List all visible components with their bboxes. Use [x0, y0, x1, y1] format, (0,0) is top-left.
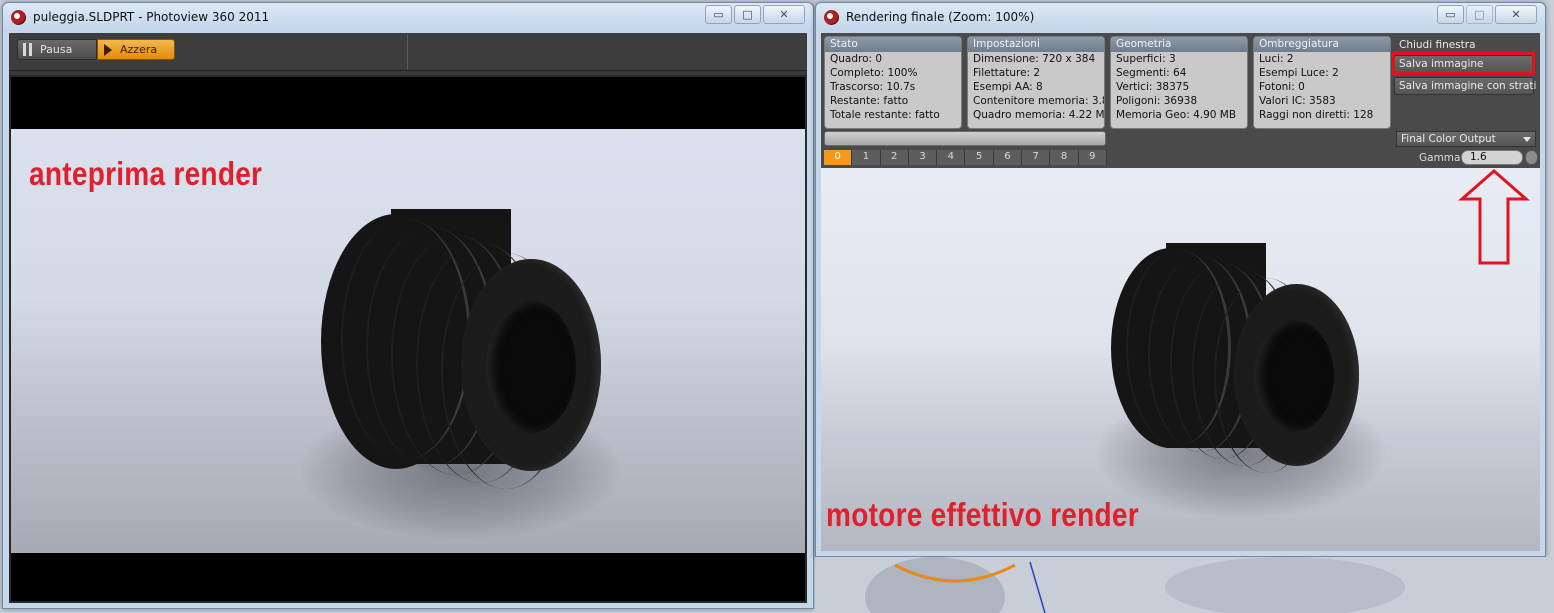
panel-header: Ombreggiatura — [1254, 37, 1390, 52]
window-title: puleggia.SLDPRT - Photoview 360 2011 — [33, 10, 270, 24]
settings-panel: Impostazioni Dimensione: 720 x 384 Filet… — [967, 36, 1105, 129]
panel-line: Trascorso: 10.7s — [830, 81, 916, 93]
close-button[interactable]: ✕ — [763, 5, 805, 24]
panel-line: Vertici: 38375 — [1116, 81, 1190, 93]
maximize-button[interactable]: □ — [734, 5, 761, 24]
panel-line: Esempi Luce: 2 — [1259, 67, 1339, 79]
arrow-up-icon — [1458, 169, 1530, 265]
render-titlebar[interactable]: Rendering finale (Zoom: 100%) ▭ □ ✕ — [816, 3, 1545, 31]
panel-line: Totale restante: fatto — [830, 109, 940, 121]
panel-line: Raggi non diretti: 128 — [1259, 109, 1374, 121]
maximize-icon: □ — [742, 8, 753, 21]
channel-tab[interactable]: 5 — [965, 150, 994, 165]
channel-tab[interactable]: 7 — [1022, 150, 1051, 165]
reset-label: Azzera — [120, 43, 158, 56]
channel-tab[interactable]: 0 — [824, 150, 853, 165]
save-image-layers-button[interactable]: Salva immagine con strati — [1394, 77, 1536, 95]
preview-annotation: anteprima render — [29, 155, 263, 192]
panel-line: Segmenti: 64 — [1116, 67, 1187, 79]
toolbar-divider — [407, 35, 408, 69]
background-model-view — [815, 557, 1554, 613]
channel-tab[interactable]: 9 — [1078, 150, 1107, 165]
render-info-panels: Stato Quadro: 0 Completo: 100% Trascorso… — [821, 33, 1540, 168]
panel-header: Impostazioni — [968, 37, 1104, 52]
output-channel-select[interactable]: Final Color Output — [1396, 131, 1536, 147]
final-render-image: motore effettivo render — [821, 168, 1540, 551]
preview-render-image: anteprima render — [11, 129, 805, 553]
channel-tab[interactable]: 6 — [993, 150, 1023, 165]
render-progress-bar — [824, 131, 1106, 146]
save-image-highlight — [1392, 52, 1535, 75]
channel-tab[interactable]: 4 — [937, 150, 966, 165]
panel-header: Stato — [825, 37, 961, 52]
channel-tab[interactable]: 3 — [908, 150, 938, 165]
minimize-button[interactable]: ▭ — [1437, 5, 1464, 24]
preview-viewport[interactable]: anteprima render — [9, 75, 807, 603]
reset-button[interactable]: Azzera — [97, 39, 175, 60]
close-button[interactable]: ✕ — [1495, 5, 1537, 24]
gamma-label: Gamma — [1419, 152, 1461, 164]
final-render-window: Rendering finale (Zoom: 100%) ▭ □ ✕ Stat… — [815, 2, 1546, 557]
pulley-model-preview — [301, 209, 621, 553]
panel-line: Filettature: 2 — [973, 67, 1041, 79]
maximize-icon: □ — [1474, 8, 1485, 21]
close-icon: ✕ — [779, 8, 789, 21]
gamma-stepper[interactable] — [1525, 150, 1538, 165]
photoview-app-icon — [824, 10, 839, 25]
panel-line: Quadro memoria: 4.22 MB — [973, 109, 1105, 121]
panel-line: Poligoni: 36938 — [1116, 95, 1198, 107]
window-title: Rendering finale (Zoom: 100%) — [846, 10, 1035, 24]
panel-line: Memoria Geo: 4.90 MB — [1116, 109, 1237, 121]
panel-line: Restante: fatto — [830, 95, 909, 107]
play-icon — [104, 44, 112, 56]
pause-icon — [23, 43, 32, 56]
channel-tab[interactable]: 8 — [1050, 150, 1079, 165]
channel-tab[interactable]: 1 — [852, 150, 881, 165]
channel-tabs: 0 1 2 3 4 5 6 7 8 9 — [824, 150, 1107, 165]
gamma-input[interactable]: 1.6 — [1461, 150, 1523, 165]
pulley-model-render — [1096, 238, 1386, 528]
panel-line: Completo: 100% — [830, 67, 918, 79]
panel-line: Dimensione: 720 x 384 — [973, 53, 1096, 65]
panel-line: Quadro: 0 — [830, 53, 883, 65]
panel-line: Contenitore memoria: 3.88 MB — [973, 95, 1104, 107]
shading-panel: Ombreggiatura Luci: 2 Esempi Luce: 2 Fot… — [1253, 36, 1391, 129]
close-icon: ✕ — [1511, 8, 1521, 21]
panel-line: Fotoni: 0 — [1259, 81, 1305, 93]
render-annotation: motore effettivo render — [826, 496, 1139, 533]
minimize-icon: ▭ — [1445, 8, 1456, 21]
photoview-app-icon — [11, 10, 26, 25]
chevron-down-icon — [1523, 137, 1531, 142]
status-panel: Stato Quadro: 0 Completo: 100% Trascorso… — [824, 36, 962, 129]
panel-line: Luci: 2 — [1259, 53, 1294, 65]
render-client: Stato Quadro: 0 Completo: 100% Trascorso… — [821, 33, 1540, 551]
minimize-icon: ▭ — [713, 8, 724, 21]
panel-line: Esempi AA: 8 — [973, 81, 1043, 93]
channel-tab[interactable]: 2 — [880, 150, 909, 165]
panel-line: Superfici: 3 — [1116, 53, 1176, 65]
pause-button[interactable]: Pausa — [17, 39, 97, 60]
panel-header: Geometria — [1111, 37, 1247, 52]
maximize-button[interactable]: □ — [1466, 5, 1493, 24]
pause-label: Pausa — [40, 43, 73, 56]
preview-client: Pausa Azzera anteprima render — [9, 33, 807, 603]
minimize-button[interactable]: ▭ — [705, 5, 732, 24]
panel-line: Valori IC: 3583 — [1259, 95, 1336, 107]
preview-window: puleggia.SLDPRT - Photoview 360 2011 ▭ □… — [2, 2, 814, 609]
geometry-panel: Geometria Superfici: 3 Segmenti: 64 Vert… — [1110, 36, 1248, 129]
output-select-value: Final Color Output — [1401, 133, 1496, 145]
preview-titlebar[interactable]: puleggia.SLDPRT - Photoview 360 2011 ▭ □… — [3, 3, 813, 31]
preview-toolbar: Pausa Azzera — [9, 33, 807, 71]
